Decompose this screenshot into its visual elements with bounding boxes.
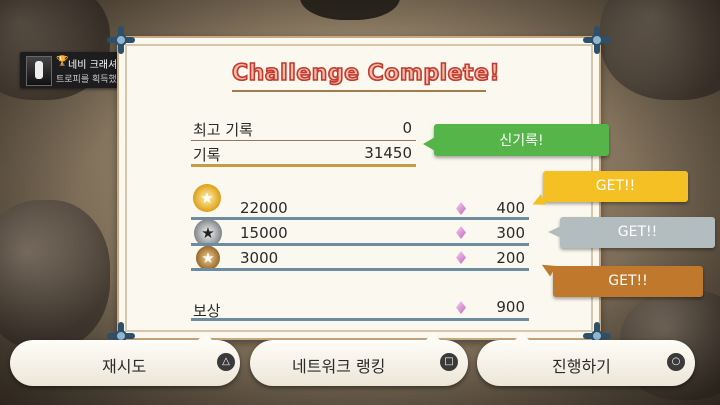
best-record-label: 최고 기록 [193, 121, 253, 139]
page-title: Challenge Complete! [231, 60, 501, 87]
trophy-title: 네비 크래셔 [68, 60, 118, 71]
retry-label: 재시도 [102, 357, 147, 376]
tier-score: 22000 [240, 199, 288, 217]
gem-icon [456, 202, 466, 215]
square-icon: □ [440, 353, 458, 371]
tier-reward: 300 [496, 224, 525, 242]
tier-divider [191, 243, 529, 246]
trophy-thumbnail [26, 56, 52, 86]
get-badge: GET!! [543, 171, 688, 202]
title-underline [232, 90, 486, 92]
get-badge: GET!! [560, 217, 715, 248]
gem-icon [456, 251, 466, 264]
retry-button[interactable]: 재시도 △ [10, 332, 240, 386]
record-value: 31450 [364, 144, 412, 162]
badge-pointer [548, 226, 561, 238]
corner-ornament-icon [583, 26, 611, 54]
circle-icon: ○ [667, 353, 685, 371]
new-record-badge: 신기록! [434, 124, 609, 156]
gem-icon [456, 226, 466, 239]
corner-ornament-icon [107, 26, 135, 54]
gold-medal-icon: ★ [193, 184, 221, 212]
get-badge: GET!! [553, 266, 703, 297]
tier-reward: 200 [496, 249, 525, 267]
network-ranking-label: 네트워크 랭킹 [292, 357, 386, 376]
reward-underline [191, 318, 529, 321]
triangle-icon: △ [217, 353, 235, 371]
tier-score: 3000 [240, 249, 279, 267]
tier-reward: 400 [496, 199, 525, 217]
divider [191, 140, 416, 141]
tier-divider [191, 217, 529, 220]
tier-divider [191, 268, 529, 271]
bronze-medal-icon: ★ [196, 246, 220, 270]
proceed-label: 진행하기 [552, 357, 611, 376]
record-underline [191, 164, 416, 167]
best-record-value: 0 [402, 119, 412, 137]
badge-pointer [423, 137, 435, 151]
network-ranking-button[interactable]: 네트워크 랭킹 □ [250, 332, 468, 386]
record-label: 기록 [193, 146, 221, 164]
reward-value: 900 [496, 298, 525, 316]
tier-score: 15000 [240, 224, 288, 242]
proceed-button[interactable]: 진행하기 ○ [477, 332, 695, 386]
gem-icon [456, 301, 466, 314]
trophy-icon: 🏆 [56, 56, 69, 67]
